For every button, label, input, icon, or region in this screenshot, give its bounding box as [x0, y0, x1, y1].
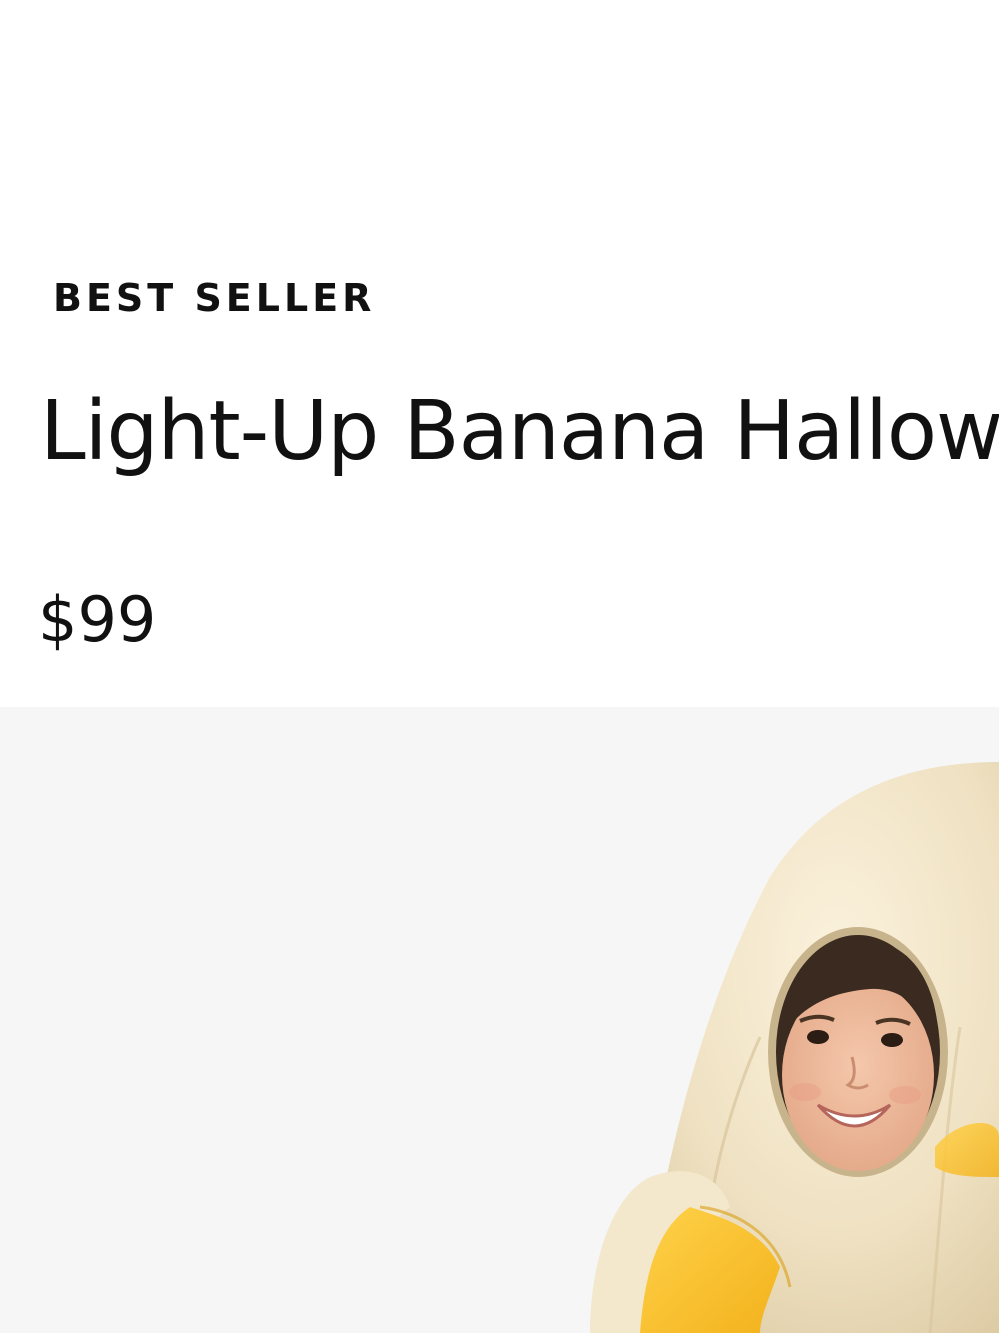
banana-costume-illustration	[590, 762, 999, 1333]
best-seller-badge: BEST SELLER	[53, 276, 376, 320]
product-price: $99	[38, 583, 157, 656]
product-photo[interactable]	[0, 707, 999, 1333]
product-title: Light-Up Banana Hallow	[40, 384, 999, 479]
